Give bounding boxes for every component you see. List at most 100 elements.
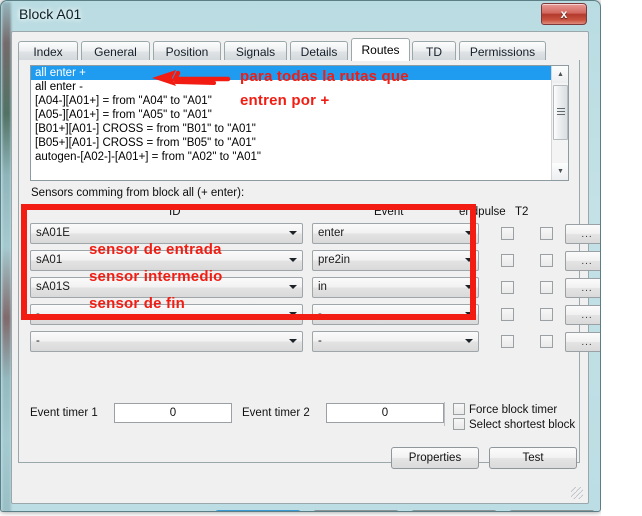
chevron-down-icon <box>465 312 473 316</box>
chevron-down-icon <box>465 285 473 289</box>
title-bar[interactable]: Block A01 x <box>1 1 600 31</box>
list-item[interactable]: [B05+][A01-] CROSS = from "B05" to "A01" <box>31 136 568 150</box>
properties-button[interactable]: Properties <box>391 447 479 469</box>
dialog-client-area: Index General Position Signals Details R… <box>11 31 600 511</box>
event-timer-1-input[interactable]: 0 <box>114 403 232 423</box>
list-item[interactable]: [A05-][A01+] = from "A05" to "A01" <box>31 108 568 122</box>
chevron-down-icon <box>289 339 297 343</box>
tab-panel-routes: all enter + all enter - [A04-][A01+] = f… <box>18 60 600 469</box>
list-item[interactable]: [A04-][A01+] = from "A04" to "A01" <box>31 94 568 108</box>
chevron-down-icon <box>289 285 297 289</box>
t2-checkbox-5[interactable] <box>540 335 553 348</box>
sensor-event-dropdown-3[interactable]: in <box>312 277 479 298</box>
chevron-down-icon <box>465 339 473 343</box>
tab-general[interactable]: General <box>81 41 150 61</box>
sensor-id-dropdown-1[interactable]: sA01E <box>30 223 303 244</box>
tab-signals[interactable]: Signals <box>224 41 287 61</box>
cancel-button[interactable]: Cancel <box>313 510 399 511</box>
sensor-event-value: - <box>318 308 322 320</box>
sensor-row: sA01 pre2in ... <box>30 250 600 273</box>
sensor-row: - - ... <box>30 304 600 327</box>
endpulse-checkbox-1[interactable] <box>501 227 514 240</box>
tab-strip: Index General Position Signals Details R… <box>18 38 580 61</box>
row-options-button-4[interactable]: ... <box>565 305 600 325</box>
tab-td[interactable]: TD <box>412 41 456 61</box>
chevron-down-icon <box>465 258 473 262</box>
tab-position[interactable]: Position <box>153 41 221 61</box>
row-options-button-3[interactable]: ... <box>565 278 600 298</box>
column-header-t2: T2 <box>515 206 529 218</box>
sensor-id-dropdown-3[interactable]: sA01S <box>30 277 303 298</box>
resize-grip-icon[interactable] <box>571 487 583 499</box>
chevron-down-icon <box>289 231 297 235</box>
sensor-event-value: in <box>318 281 327 293</box>
chevron-down-icon <box>465 231 473 235</box>
sensors-caption: Sensors comming from block all (+ enter)… <box>31 187 245 199</box>
routes-listbox[interactable]: all enter + all enter - [A04-][A01+] = f… <box>30 65 569 181</box>
t2-checkbox-2[interactable] <box>540 254 553 267</box>
endpulse-checkbox-4[interactable] <box>501 308 514 321</box>
event-timer-2-label: Event timer 2 <box>242 407 310 419</box>
apply-button[interactable]: Apply <box>411 510 497 511</box>
sensor-id-value: - <box>36 308 40 320</box>
sensor-event-dropdown-4[interactable]: - <box>312 304 479 325</box>
sensor-id-dropdown-2[interactable]: sA01 <box>30 250 303 271</box>
close-button[interactable]: x <box>541 3 587 25</box>
scroll-down-icon[interactable]: ▼ <box>552 163 568 180</box>
force-block-timer-label: Force block timer <box>469 404 558 416</box>
test-button[interactable]: Test <box>489 447 577 469</box>
list-item[interactable]: all enter + <box>31 66 568 80</box>
chevron-down-icon <box>289 312 297 316</box>
sensor-id-value: sA01E <box>36 227 70 239</box>
event-timer-1-label: Event timer 1 <box>30 407 98 419</box>
sensor-id-dropdown-4[interactable]: - <box>30 304 303 325</box>
t2-checkbox-1[interactable] <box>540 227 553 240</box>
checkbox-icon <box>453 403 465 415</box>
sensor-id-value: sA01 <box>36 254 63 266</box>
column-header-event: Event <box>374 206 404 218</box>
sensor-event-dropdown-2[interactable]: pre2in <box>312 250 479 271</box>
sensor-event-value: pre2in <box>318 254 350 266</box>
page-background <box>601 0 642 516</box>
endpulse-checkbox-3[interactable] <box>501 281 514 294</box>
sensor-id-value: sA01S <box>36 281 70 293</box>
row-options-button-1[interactable]: ... <box>565 224 600 244</box>
select-shortest-block-label: Select shortest block <box>469 419 576 431</box>
dialog-window: Block A01 x Index General Position Signa… <box>0 0 601 512</box>
sensor-id-dropdown-5[interactable]: - <box>30 331 303 352</box>
column-header-endpulse: endpulse <box>459 206 506 218</box>
list-item[interactable]: autogen-[A02-]-[A01+] = from "A02" to "A… <box>31 150 568 164</box>
event-timers-area: Event timer 1 0 Event timer 2 0 Force bl… <box>30 402 575 437</box>
force-block-timer-checkbox[interactable]: Force block timer <box>453 403 557 416</box>
column-header-id: ID <box>169 206 181 218</box>
row-options-button-5[interactable]: ... <box>565 332 600 352</box>
ok-button[interactable]: OK <box>215 510 301 511</box>
t2-checkbox-4[interactable] <box>540 308 553 321</box>
endpulse-checkbox-5[interactable] <box>501 335 514 348</box>
scroll-up-icon[interactable]: ▲ <box>552 66 568 83</box>
tab-index[interactable]: Index <box>18 41 78 61</box>
tab-routes[interactable]: Routes <box>351 38 410 61</box>
sensor-id-value: - <box>36 335 40 347</box>
help-button[interactable]: Help <box>509 510 595 511</box>
list-item[interactable]: [B01+][A01-] CROSS = from "B01" to "A01" <box>31 122 568 136</box>
row-options-button-2[interactable]: ... <box>565 251 600 271</box>
sensor-row: - - ... <box>30 331 600 354</box>
sensor-event-dropdown-5[interactable]: - <box>312 331 479 352</box>
tab-details[interactable]: Details <box>290 41 348 61</box>
vertical-divider <box>444 402 445 426</box>
sensor-event-value: enter <box>318 227 345 239</box>
event-timer-2-input[interactable]: 0 <box>326 403 444 423</box>
sensor-row: sA01E enter ... <box>30 223 600 246</box>
sensor-event-dropdown-1[interactable]: enter <box>312 223 479 244</box>
list-item[interactable]: all enter - <box>31 80 568 94</box>
window-glass-edge <box>2 2 11 511</box>
scrollbar-thumb[interactable] <box>553 85 568 140</box>
t2-checkbox-3[interactable] <box>540 281 553 294</box>
endpulse-checkbox-2[interactable] <box>501 254 514 267</box>
sensor-event-value: - <box>318 335 322 347</box>
close-icon: x <box>560 7 568 21</box>
tab-permissions[interactable]: Permissions <box>459 41 546 61</box>
select-shortest-block-checkbox[interactable]: Select shortest block <box>453 418 575 431</box>
listbox-scrollbar[interactable]: ▲ ▼ <box>551 66 568 180</box>
